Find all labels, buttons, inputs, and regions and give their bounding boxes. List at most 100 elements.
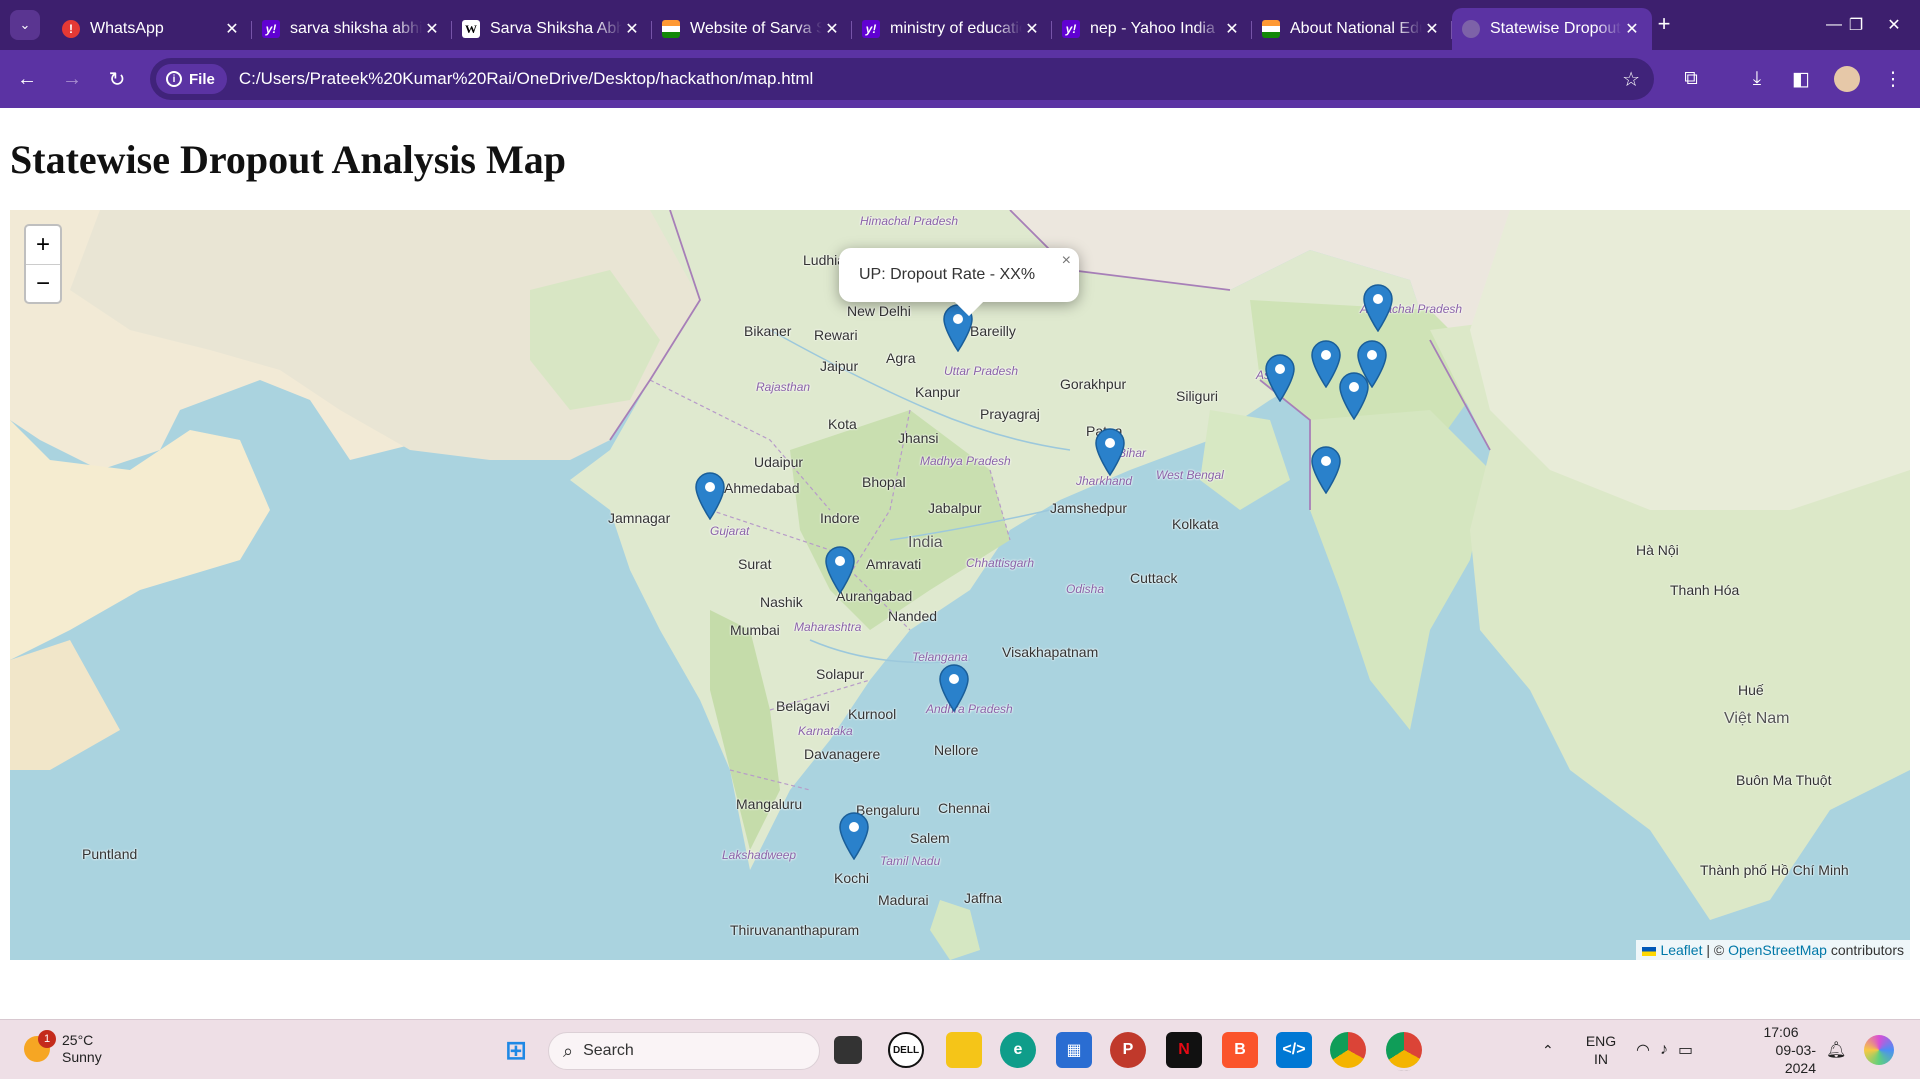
map-label-city: Hà Nội — [1636, 542, 1679, 558]
downloads-button[interactable]: ⤓ — [1742, 64, 1772, 94]
map-label-city: Bareilly — [970, 323, 1016, 339]
leaflet-link[interactable]: Leaflet — [1660, 942, 1702, 958]
map-label-city: Belagavi — [776, 698, 830, 714]
tab-whatsapp[interactable]: ! WhatsApp ✕ — [52, 12, 252, 46]
yemen-landmass — [10, 640, 120, 770]
tab-about-nep[interactable]: About National Education ✕ — [1252, 12, 1452, 46]
url-text[interactable]: C:/Users/Prateek%20Kumar%20Rai/OneDrive/… — [239, 69, 813, 89]
popup-close-button[interactable]: × — [1062, 252, 1071, 270]
copilot-icon[interactable] — [1864, 1035, 1894, 1065]
forward-button[interactable]: → — [57, 64, 87, 94]
map-label-city: Nashik — [760, 594, 803, 610]
map-marker-tripura[interactable] — [1310, 446, 1342, 494]
profile-avatar[interactable] — [1834, 66, 1860, 92]
chrome-icon[interactable] — [1330, 1032, 1366, 1068]
vscode-icon[interactable]: </> — [1276, 1032, 1312, 1068]
map-label-state: Chhattisgarh — [966, 556, 1035, 570]
tray-overflow-button[interactable]: ⌃ — [1542, 1020, 1554, 1080]
map-label-state: Rajasthan — [756, 380, 811, 394]
map-marker-arunachal[interactable] — [1362, 284, 1394, 332]
india-flag-icon — [1262, 20, 1280, 38]
attribution-separator: | © — [1702, 942, 1729, 958]
chrome-profile-icon[interactable] — [1386, 1032, 1422, 1068]
site-info-chip[interactable]: i File — [156, 64, 227, 94]
map-marker-kerala[interactable] — [838, 812, 870, 860]
map-marker-gujarat[interactable] — [694, 472, 726, 520]
popup-text: UP: Dropout Rate - XX% — [859, 266, 1036, 283]
volume-icon: ♪ — [1659, 1041, 1668, 1058]
menu-button[interactable]: ⋮ — [1878, 64, 1908, 94]
tab-nep-yahoo[interactable]: y! nep - Yahoo India ✕ — [1052, 12, 1252, 46]
map-marker-maharashtra[interactable] — [824, 546, 856, 594]
new-tab-button[interactable]: + — [1652, 12, 1676, 36]
notifications-button[interactable]: 🔔︎ — [1826, 1020, 1846, 1080]
tab-title: Statewise Dropout — [1490, 20, 1621, 37]
bell-icon: 🔔︎ — [1826, 1042, 1847, 1059]
clock[interactable]: 17:06 09-03-2024 — [1746, 1020, 1816, 1080]
file-manager-icon[interactable] — [834, 1036, 862, 1064]
zoom-out-button[interactable]: − — [26, 264, 60, 302]
taskbar-search[interactable]: ⌕ Search — [548, 1032, 820, 1070]
osm-link[interactable]: OpenStreetMap — [1728, 942, 1827, 958]
map-container[interactable]: Ludhiana New Delhi Bareilly Bikaner Rewa… — [10, 210, 1910, 960]
close-icon[interactable]: ✕ — [1622, 19, 1642, 39]
reload-icon: ↻ — [108, 68, 126, 91]
file-explorer-icon[interactable] — [946, 1032, 982, 1068]
extensions-button[interactable]: ⧉ — [1676, 64, 1706, 94]
map-label-country: India — [908, 534, 943, 551]
map-label-city: Gorakhpur — [1060, 376, 1127, 392]
browser-toolbar: ← → ↻ i File C:/Users/Prateek%20Kumar%20… — [0, 50, 1920, 108]
map-marker-meghalaya[interactable] — [1264, 354, 1296, 402]
close-icon[interactable]: ✕ — [1222, 19, 1242, 39]
side-panel-button[interactable]: ◧ — [1786, 64, 1816, 94]
map-marker-jharkhand[interactable] — [1094, 428, 1126, 476]
close-icon[interactable]: ✕ — [822, 19, 842, 39]
edge-icon[interactable]: e — [1000, 1032, 1036, 1068]
map-label-city: Cuttack — [1130, 570, 1178, 586]
windows-start-icon[interactable]: ⊞ — [498, 1032, 534, 1068]
map-label-city: Nanded — [888, 608, 938, 624]
tab-statewise-dropout[interactable]: Statewise Dropout ✕ — [1452, 8, 1652, 50]
language-indicator[interactable]: ENG IN — [1584, 1020, 1618, 1080]
map-attribution: Leaflet | © OpenStreetMap contributors — [1636, 940, 1910, 960]
close-icon[interactable]: ✕ — [222, 19, 242, 39]
bookmark-star-icon[interactable]: ☆ — [1622, 67, 1640, 92]
map-marker-mizoram[interactable] — [1338, 372, 1370, 420]
map-label-city: Thành phố Hồ Chí Minh — [1700, 862, 1849, 878]
address-bar[interactable]: i File C:/Users/Prateek%20Kumar%20Rai/On… — [150, 58, 1654, 100]
weather-widget[interactable]: 1 25°C Sunny — [24, 1030, 102, 1066]
netflix-icon[interactable]: N — [1166, 1032, 1202, 1068]
close-icon: ✕ — [1887, 17, 1901, 34]
tab-sarva-shiksha-search[interactable]: y! sarva shiksha abhiyan ✕ — [252, 12, 452, 46]
map-label-city: Rewari — [814, 327, 858, 343]
dell-icon[interactable]: DELL — [888, 1032, 924, 1068]
puzzle-icon: ⧉ — [1684, 68, 1698, 89]
map-label-city: Jamnagar — [608, 510, 671, 526]
back-button[interactable]: ← — [12, 64, 42, 94]
reload-button[interactable]: ↻ — [102, 64, 132, 94]
brave-icon[interactable]: B — [1222, 1032, 1258, 1068]
wikipedia-icon: W — [462, 20, 480, 38]
tab-ministry-education[interactable]: y! ministry of education ✕ — [852, 12, 1052, 46]
map-label-city: Thiruvananthapuram — [730, 922, 860, 938]
close-icon[interactable]: ✕ — [622, 19, 642, 39]
ukraine-flag-icon — [1642, 946, 1657, 956]
tab-sarva-website[interactable]: Website of Sarva Shiksha ✕ — [652, 12, 852, 46]
microsoft-store-icon[interactable]: ▦ — [1056, 1032, 1092, 1068]
close-icon[interactable]: ✕ — [1022, 19, 1042, 39]
close-window-button[interactable]: ✕ — [1868, 0, 1920, 50]
close-icon[interactable]: ✕ — [422, 19, 442, 39]
side-panel-icon: ◧ — [1792, 68, 1810, 90]
pinterest-icon[interactable]: P — [1110, 1032, 1146, 1068]
zoom-in-button[interactable]: + — [26, 226, 60, 264]
tab-search-button[interactable]: ⌄ — [10, 10, 40, 40]
tab-sarva-shiksha-wiki[interactable]: W Sarva Shiksha Abhiyan ✕ — [452, 12, 652, 46]
arrow-left-icon: ← — [17, 67, 37, 90]
map-marker-andhra-pradesh[interactable] — [938, 664, 970, 712]
map-label-state: Maharashtra — [794, 620, 862, 634]
attribution-suffix: contributors — [1826, 942, 1904, 958]
system-tray[interactable]: ◠ ♪ ▭ — [1636, 1020, 1693, 1080]
map-label-state: Karnataka — [798, 724, 853, 738]
restore-icon: ❐ — [1848, 17, 1864, 34]
close-icon[interactable]: ✕ — [1422, 19, 1442, 39]
